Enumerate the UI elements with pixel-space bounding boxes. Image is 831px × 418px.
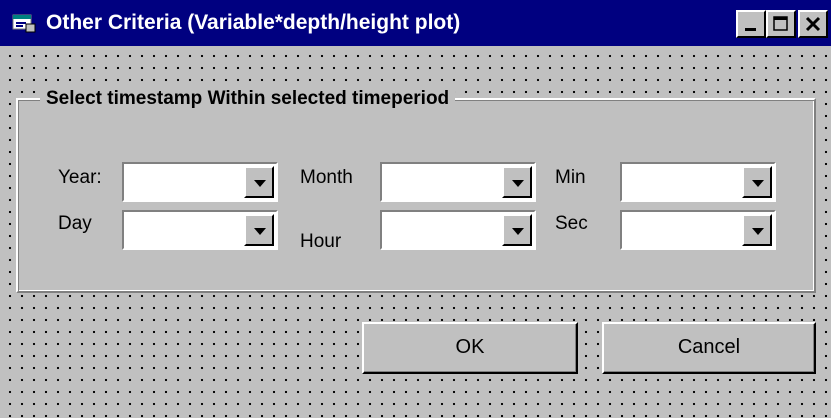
dropdown-arrow-icon (752, 180, 764, 187)
month-combo[interactable] (380, 162, 536, 202)
hour-dropdown-button[interactable] (502, 214, 532, 246)
close-button[interactable] (798, 10, 828, 38)
title-bar[interactable]: Other Criteria (Variable*depth/height pl… (0, 0, 831, 46)
dropdown-arrow-icon (254, 180, 266, 187)
form-icon (12, 14, 36, 33)
minimize-icon (745, 28, 756, 31)
month-label: Month (300, 166, 353, 190)
min-dropdown-button[interactable] (742, 166, 772, 198)
year-label: Year: (58, 166, 102, 190)
sec-combo[interactable] (620, 210, 776, 250)
min-label: Min (555, 166, 586, 190)
min-combo[interactable] (620, 162, 776, 202)
ok-button[interactable]: OK (362, 322, 578, 374)
year-combo[interactable] (122, 162, 278, 202)
sec-label: Sec (555, 212, 588, 236)
day-dropdown-button[interactable] (244, 214, 274, 246)
maximize-button[interactable] (766, 10, 796, 38)
hour-label: Hour (300, 230, 342, 254)
dialog-window: Other Criteria (Variable*depth/height pl… (0, 0, 831, 418)
sec-dropdown-button[interactable] (742, 214, 772, 246)
month-dropdown-button[interactable] (502, 166, 532, 198)
frame-legend: Select timestamp Within selected timeper… (40, 86, 456, 112)
cancel-button[interactable]: Cancel (602, 322, 816, 374)
day-label: Day (58, 212, 92, 236)
close-icon (805, 16, 821, 32)
maximize-icon (773, 16, 788, 31)
year-dropdown-button[interactable] (244, 166, 274, 198)
hour-combo[interactable] (380, 210, 536, 250)
day-combo[interactable] (122, 210, 278, 250)
minimize-button[interactable] (736, 10, 766, 38)
dropdown-arrow-icon (254, 228, 266, 235)
dropdown-arrow-icon (512, 228, 524, 235)
window-title: Other Criteria (Variable*depth/height pl… (46, 11, 461, 34)
dropdown-arrow-icon (752, 228, 764, 235)
dropdown-arrow-icon (512, 180, 524, 187)
